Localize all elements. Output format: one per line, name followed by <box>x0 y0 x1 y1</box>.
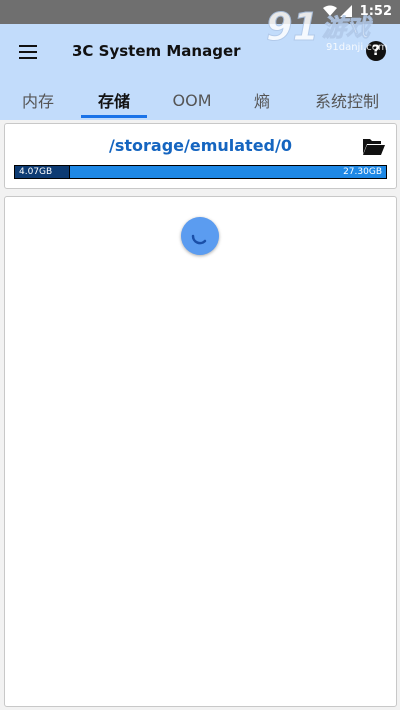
status-time: 1:52 <box>359 4 392 19</box>
storage-path[interactable]: /storage/emulated/0 <box>5 136 396 155</box>
tab-entropy-label: 熵 <box>253 92 270 111</box>
tab-storage[interactable]: 存储 <box>81 80 147 120</box>
tab-bar: 内存 存储 OOM 熵 系统控制 <box>0 80 400 120</box>
file-list-panel <box>4 196 397 707</box>
help-button[interactable]: ? <box>366 41 386 61</box>
tab-system-control-label: 系统控制 <box>314 92 379 111</box>
tab-system-control[interactable]: 系统控制 <box>302 80 392 120</box>
tab-oom-label: OOM <box>172 90 212 110</box>
wifi-icon <box>323 5 337 16</box>
storage-usage-bar: 4.07GB 27.30GB <box>14 165 387 179</box>
storage-total-label: 27.30GB <box>343 167 382 177</box>
tab-storage-label: 存储 <box>97 92 130 111</box>
app-bar: 3C System Manager ? <box>0 24 400 80</box>
signal-icon <box>340 5 352 17</box>
status-bar: 1:52 <box>0 0 400 24</box>
status-icons <box>323 5 352 17</box>
folder-open-icon[interactable] <box>362 136 386 156</box>
storage-path-card: /storage/emulated/0 4.07GB 27.30GB <box>4 123 397 189</box>
tab-memory[interactable]: 内存 <box>6 80 70 120</box>
app-title: 3C System Manager <box>72 42 241 60</box>
loading-spinner-icon <box>181 217 219 255</box>
tab-memory-label: 内存 <box>21 92 54 111</box>
tab-indicator <box>81 115 147 118</box>
storage-used-label: 4.07GB <box>19 167 53 177</box>
tab-entropy[interactable]: 熵 <box>232 80 292 120</box>
help-icon: ? <box>371 43 381 59</box>
tab-oom[interactable]: OOM <box>160 80 224 120</box>
menu-icon <box>19 45 37 59</box>
menu-button[interactable] <box>10 34 46 70</box>
